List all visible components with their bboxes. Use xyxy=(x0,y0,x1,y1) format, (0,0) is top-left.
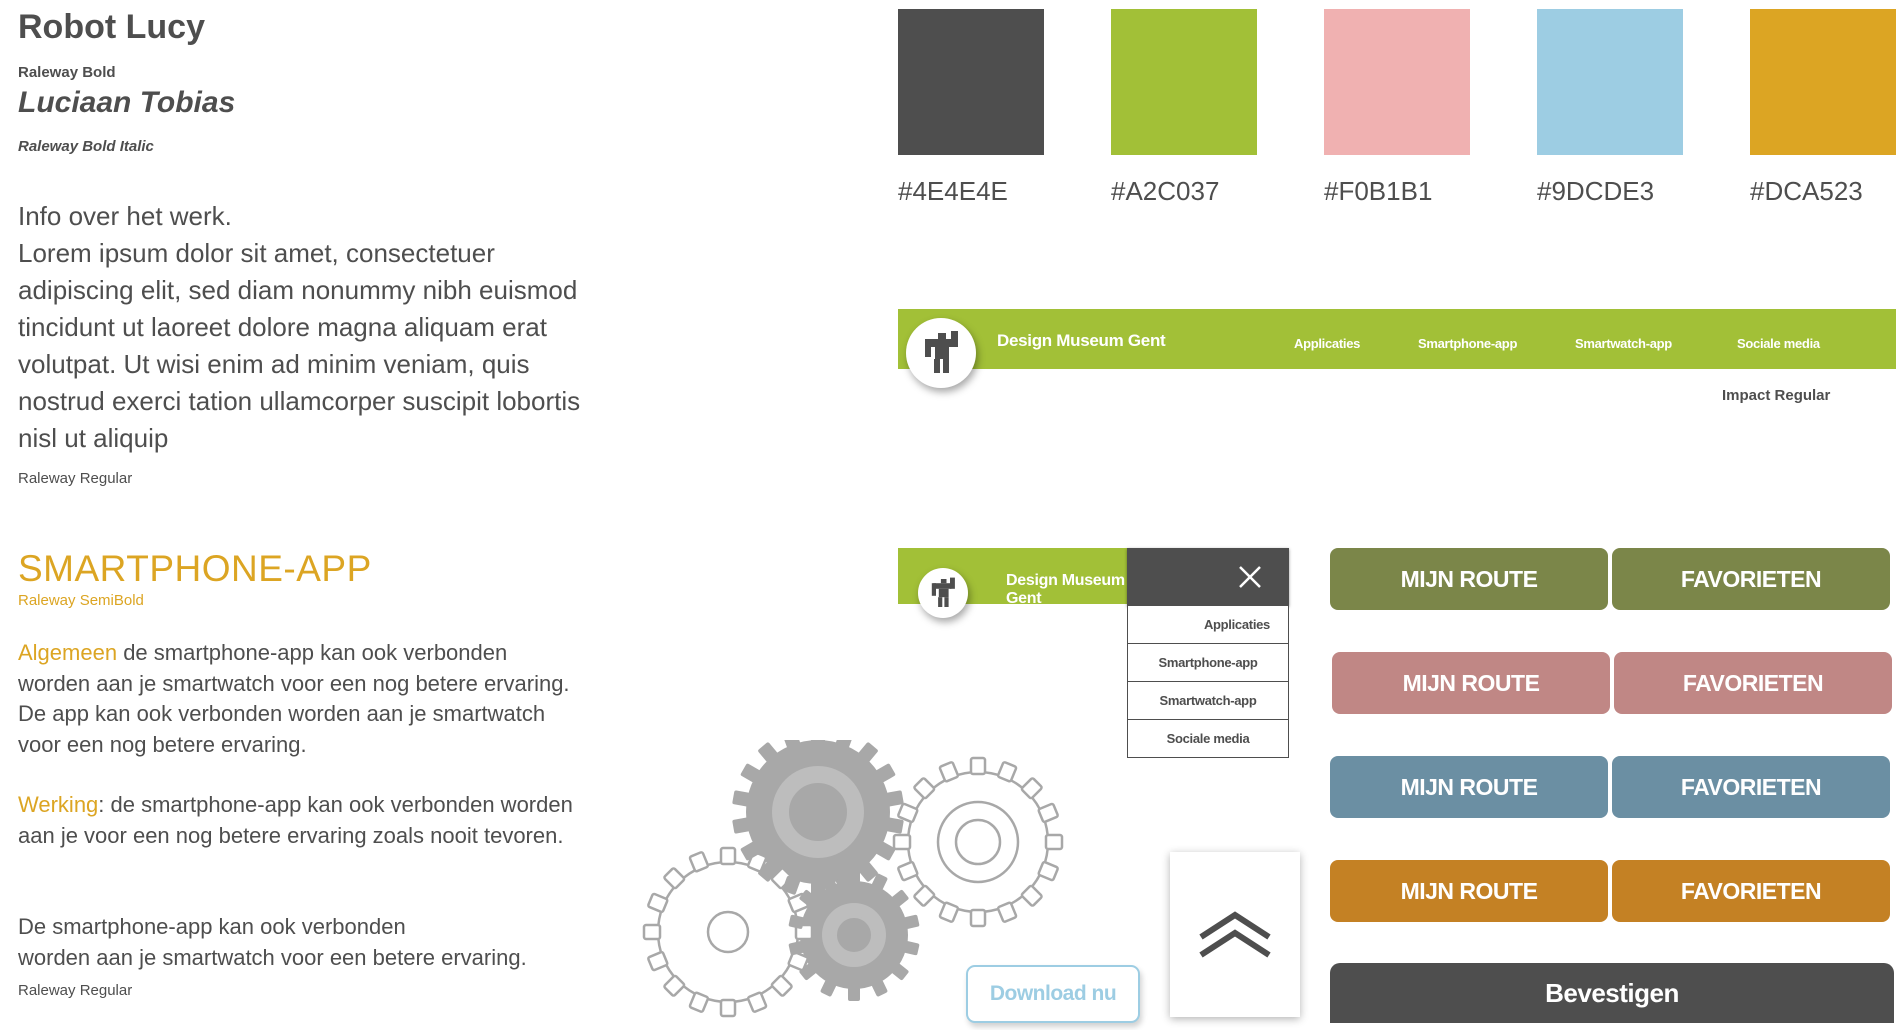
favorites-button-green[interactable]: FAVORIETEN xyxy=(1612,548,1890,610)
favorites-button-orange[interactable]: FAVORIETEN xyxy=(1612,860,1890,922)
download-button[interactable]: Download nu xyxy=(966,965,1140,1023)
navbar-brand[interactable]: Design Museum Gent xyxy=(997,331,1166,351)
body-font-caption: Raleway Regular xyxy=(18,470,133,487)
paragraph-closing-line1: De smartphone-app kan ook verbonden xyxy=(18,914,406,939)
nav-link-smartwatch-app[interactable]: Smartwatch-app xyxy=(1575,336,1672,351)
paragraph-font-caption: Raleway Regular xyxy=(18,982,133,999)
swatch-label-green: #A2C037 xyxy=(1111,176,1220,206)
paragraph-algemeen: Algemeen de smartphone-app kan ook verbo… xyxy=(18,638,578,760)
highlight-algemeen: Algemeen xyxy=(18,640,118,665)
scroll-top-button[interactable] xyxy=(1170,852,1300,1017)
robot-icon xyxy=(931,577,955,607)
subtitle-font-caption: Raleway Bold Italic xyxy=(18,138,154,155)
menu-item-smartwatch-app[interactable]: Smartwatch-app xyxy=(1128,681,1288,719)
menu-item-sociale-media[interactable]: Sociale media xyxy=(1128,719,1288,757)
nav-link-applicaties[interactable]: Applicaties xyxy=(1294,336,1360,351)
swatch-label-orange: #DCA523 xyxy=(1750,176,1863,206)
favorites-button-pink[interactable]: FAVORIETEN xyxy=(1614,652,1892,714)
navbar-logo[interactable] xyxy=(906,318,976,388)
nav-link-smartphone-app[interactable]: Smartphone-app xyxy=(1418,336,1517,351)
robot-icon xyxy=(925,331,958,373)
swatch-label-pink: #F0B1B1 xyxy=(1324,176,1433,206)
mobile-navbar-brand[interactable]: Design Museum Gent xyxy=(1006,572,1138,604)
paragraph-closing: De smartphone-app kan ook verbonden word… xyxy=(18,912,618,973)
title-sample: Robot Lucy xyxy=(18,8,205,46)
route-button-pink[interactable]: MIJN ROUTE xyxy=(1332,652,1610,714)
route-button-orange[interactable]: MIJN ROUTE xyxy=(1330,860,1608,922)
section-heading: SMARTPHONE-APP xyxy=(18,548,372,589)
paragraph-werking: Werking: de smartphone-app kan ook verbo… xyxy=(18,790,578,851)
close-icon[interactable] xyxy=(1238,565,1262,589)
paragraph-closing-line2: worden aan je smartwatch voor een betere… xyxy=(18,944,527,970)
nav-link-sociale-media[interactable]: Sociale media xyxy=(1737,336,1820,351)
route-button-blue[interactable]: MIJN ROUTE xyxy=(1330,756,1608,818)
swatch-dark-gray xyxy=(898,9,1044,155)
swatch-blue xyxy=(1537,9,1683,155)
mobile-menu: Applicaties Smartphone-app Smartwatch-ap… xyxy=(1127,606,1289,758)
chevron-up-icon xyxy=(1199,910,1271,958)
mobile-navbar-logo[interactable] xyxy=(918,568,968,618)
body-intro: Info over het werk. xyxy=(18,201,232,231)
navbar-font-caption: Impact Regular xyxy=(1722,387,1831,404)
body-paragraph: Lorem ipsum dolor sit amet, consectetuer… xyxy=(18,238,581,453)
swatch-label-dark-gray: #4E4E4E xyxy=(898,176,1008,206)
swatch-pink xyxy=(1324,9,1470,155)
swatch-green xyxy=(1111,9,1257,155)
title-font-caption: Raleway Bold xyxy=(18,64,116,81)
favorites-button-blue[interactable]: FAVORIETEN xyxy=(1612,756,1890,818)
confirm-button[interactable]: Bevestigen xyxy=(1330,963,1894,1023)
swatch-orange xyxy=(1750,9,1896,155)
highlight-werking: Werking xyxy=(18,792,99,817)
body-text-sample: Info over het werk. Lorem ipsum dolor si… xyxy=(18,198,598,457)
route-button-green[interactable]: MIJN ROUTE xyxy=(1330,548,1608,610)
menu-item-applicaties[interactable]: Applicaties xyxy=(1128,606,1288,643)
swatch-label-blue: #9DCDE3 xyxy=(1537,176,1655,206)
subtitle-sample: Luciaan Tobias xyxy=(18,86,236,119)
menu-item-smartphone-app[interactable]: Smartphone-app xyxy=(1128,643,1288,681)
mobile-menu-header xyxy=(1127,548,1289,606)
heading-font-caption: Raleway SemiBold xyxy=(18,592,144,609)
paragraph-werking-text: : de smartphone-app kan ook verbonden wo… xyxy=(18,792,573,848)
